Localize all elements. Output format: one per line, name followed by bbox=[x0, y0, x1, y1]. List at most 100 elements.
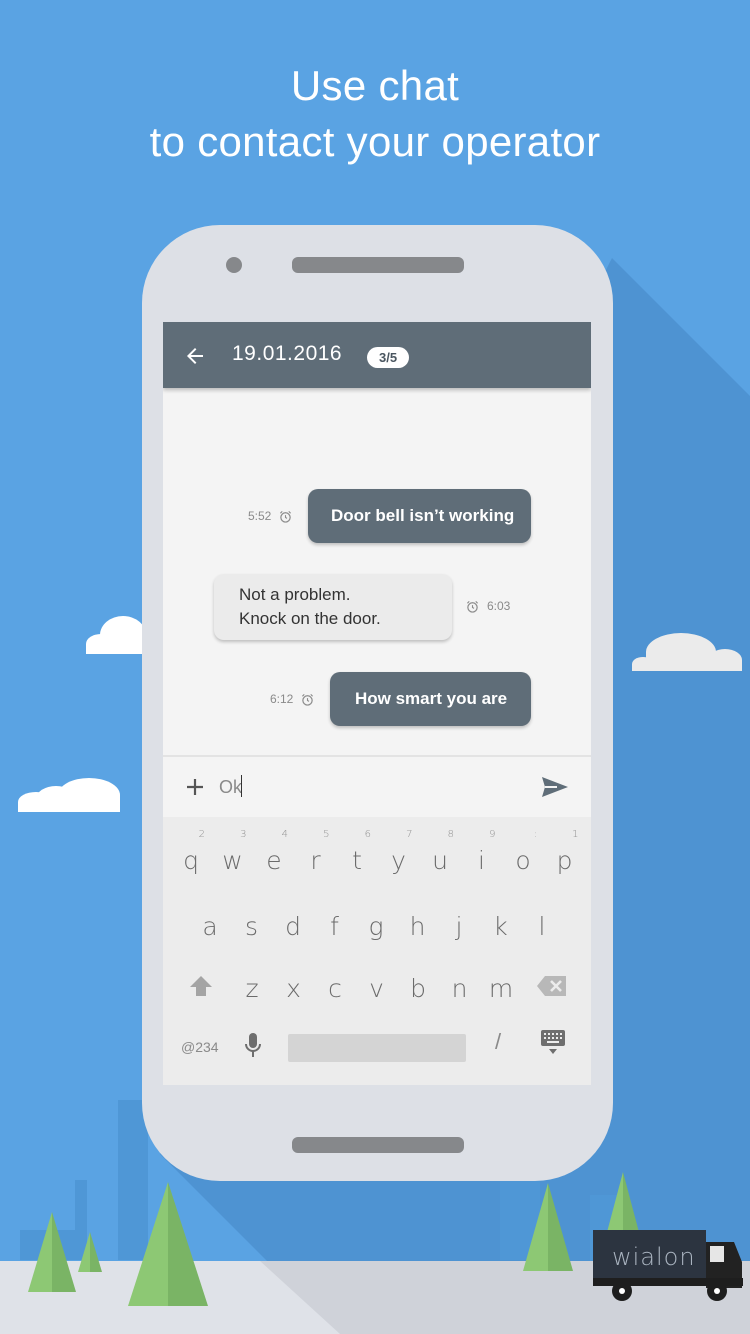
key-n[interactable]: n bbox=[440, 957, 480, 1007]
key-label: t bbox=[352, 846, 362, 875]
key-b[interactable]: b bbox=[398, 957, 438, 1007]
key-h[interactable]: h bbox=[398, 895, 438, 945]
key-l[interactable]: l bbox=[522, 895, 562, 945]
key-p[interactable]: 1p bbox=[545, 829, 585, 879]
key-hint: 1 bbox=[572, 829, 579, 840]
tree bbox=[523, 1183, 573, 1271]
key-label: f bbox=[330, 912, 339, 941]
key-label: o bbox=[515, 846, 531, 875]
message-line: Not a problem. bbox=[239, 585, 351, 604]
key-j[interactable]: j bbox=[439, 895, 479, 945]
key-label: q bbox=[183, 846, 199, 875]
phone-camera bbox=[226, 257, 242, 273]
key-label: p bbox=[556, 846, 573, 875]
message-input[interactable] bbox=[219, 773, 519, 801]
key-g[interactable]: g bbox=[356, 895, 396, 945]
key-hint: 8 bbox=[447, 829, 454, 840]
key-label: r bbox=[310, 846, 321, 875]
key-o[interactable]: :o bbox=[503, 829, 543, 879]
space-key[interactable] bbox=[288, 1034, 466, 1062]
key-label: b bbox=[410, 974, 426, 1003]
message-time: 6:03 bbox=[466, 599, 510, 613]
key-label: k bbox=[493, 912, 508, 941]
key-label: h bbox=[409, 912, 426, 941]
key-hint: 5 bbox=[323, 829, 330, 840]
key-v[interactable]: v bbox=[357, 957, 397, 1007]
message-bubble-outgoing[interactable]: How smart you are bbox=[330, 672, 531, 726]
key-hint: 2 bbox=[198, 829, 205, 840]
key-k[interactable]: k bbox=[481, 895, 521, 945]
message-time: 5:52 bbox=[248, 509, 292, 523]
key-label: n bbox=[451, 974, 468, 1003]
key-label: v bbox=[369, 974, 384, 1003]
key-label: j bbox=[455, 912, 463, 941]
key-s[interactable]: s bbox=[232, 895, 272, 945]
key-y[interactable]: 7y bbox=[379, 829, 419, 879]
key-hint: 9 bbox=[489, 829, 496, 840]
time-label: 6:03 bbox=[487, 599, 511, 613]
key-hint: 4 bbox=[281, 829, 288, 840]
alarm-clock-icon bbox=[302, 693, 314, 706]
headline-line-1: Use chat bbox=[290, 62, 460, 109]
key-hint: 6 bbox=[364, 829, 371, 840]
message-composer bbox=[163, 757, 591, 817]
message-bubble-incoming[interactable]: Not a problem. Knock on the door. bbox=[214, 574, 452, 640]
key-label: m bbox=[488, 974, 514, 1003]
key-a[interactable]: a bbox=[190, 895, 230, 945]
key-c[interactable]: c bbox=[315, 957, 355, 1007]
key-u[interactable]: 8u bbox=[420, 829, 460, 879]
app-bar: 19.01.2016 3/5 bbox=[163, 322, 591, 388]
tree bbox=[128, 1182, 208, 1306]
symbols-key[interactable]: @234 bbox=[181, 1039, 219, 1055]
plus-icon[interactable] bbox=[185, 777, 205, 797]
key-x[interactable]: x bbox=[274, 957, 314, 1007]
phone-home-bar bbox=[292, 1137, 464, 1153]
soft-keyboard: @234 / 2q3w4e5r6t7y8u9i:o1pasdfghjklzxcv… bbox=[163, 817, 591, 1085]
promo-headline: Use chat to contact your operator bbox=[0, 58, 750, 170]
key-label: a bbox=[202, 912, 218, 941]
key-z[interactable]: z bbox=[232, 957, 272, 1007]
key-label: x bbox=[286, 974, 301, 1003]
backspace-icon[interactable] bbox=[537, 975, 567, 997]
shift-arrow-icon[interactable] bbox=[189, 975, 213, 997]
key-label: e bbox=[266, 846, 282, 875]
cloud bbox=[632, 633, 742, 671]
arrow-left-icon[interactable] bbox=[183, 344, 207, 368]
slash-key[interactable]: / bbox=[495, 1029, 501, 1055]
key-d[interactable]: d bbox=[273, 895, 313, 945]
alarm-clock-icon bbox=[466, 600, 479, 613]
time-label: 5:52 bbox=[248, 509, 272, 523]
chat-date-title: 19.01.2016 bbox=[232, 342, 343, 365]
key-t[interactable]: 6t bbox=[337, 829, 377, 879]
tree bbox=[28, 1212, 76, 1292]
chat-screen: 19.01.2016 3/5 5:52 Door bell isn’t work… bbox=[163, 322, 591, 1085]
microphone-icon[interactable] bbox=[243, 1032, 263, 1060]
key-w[interactable]: 3w bbox=[213, 829, 253, 879]
alarm-clock-icon bbox=[280, 510, 292, 523]
key-label: l bbox=[538, 912, 546, 941]
message-bubble-outgoing[interactable]: Door bell isn’t working bbox=[308, 489, 531, 543]
message-time: 6:12 bbox=[270, 692, 314, 706]
key-e[interactable]: 4e bbox=[254, 829, 294, 879]
key-label: c bbox=[328, 974, 342, 1003]
key-hint: 7 bbox=[406, 829, 413, 840]
key-r[interactable]: 5r bbox=[296, 829, 336, 879]
key-i[interactable]: 9i bbox=[462, 829, 502, 879]
tree bbox=[78, 1232, 102, 1272]
keyboard-hide-icon[interactable] bbox=[541, 1030, 565, 1056]
cloud bbox=[18, 778, 120, 812]
text-caret bbox=[241, 775, 242, 797]
brand-wordmark: wialon bbox=[612, 1243, 696, 1271]
key-q[interactable]: 2q bbox=[171, 829, 211, 879]
phone-speaker bbox=[292, 257, 464, 273]
send-icon[interactable] bbox=[541, 775, 569, 799]
key-label: d bbox=[285, 912, 301, 941]
message-line: Knock on the door. bbox=[239, 609, 381, 628]
key-label: z bbox=[245, 974, 259, 1003]
key-f[interactable]: f bbox=[315, 895, 355, 945]
key-label: s bbox=[244, 912, 259, 941]
key-label: w bbox=[222, 846, 243, 875]
key-label: y bbox=[391, 846, 406, 875]
key-label: i bbox=[478, 846, 485, 875]
key-m[interactable]: m bbox=[481, 957, 521, 1007]
